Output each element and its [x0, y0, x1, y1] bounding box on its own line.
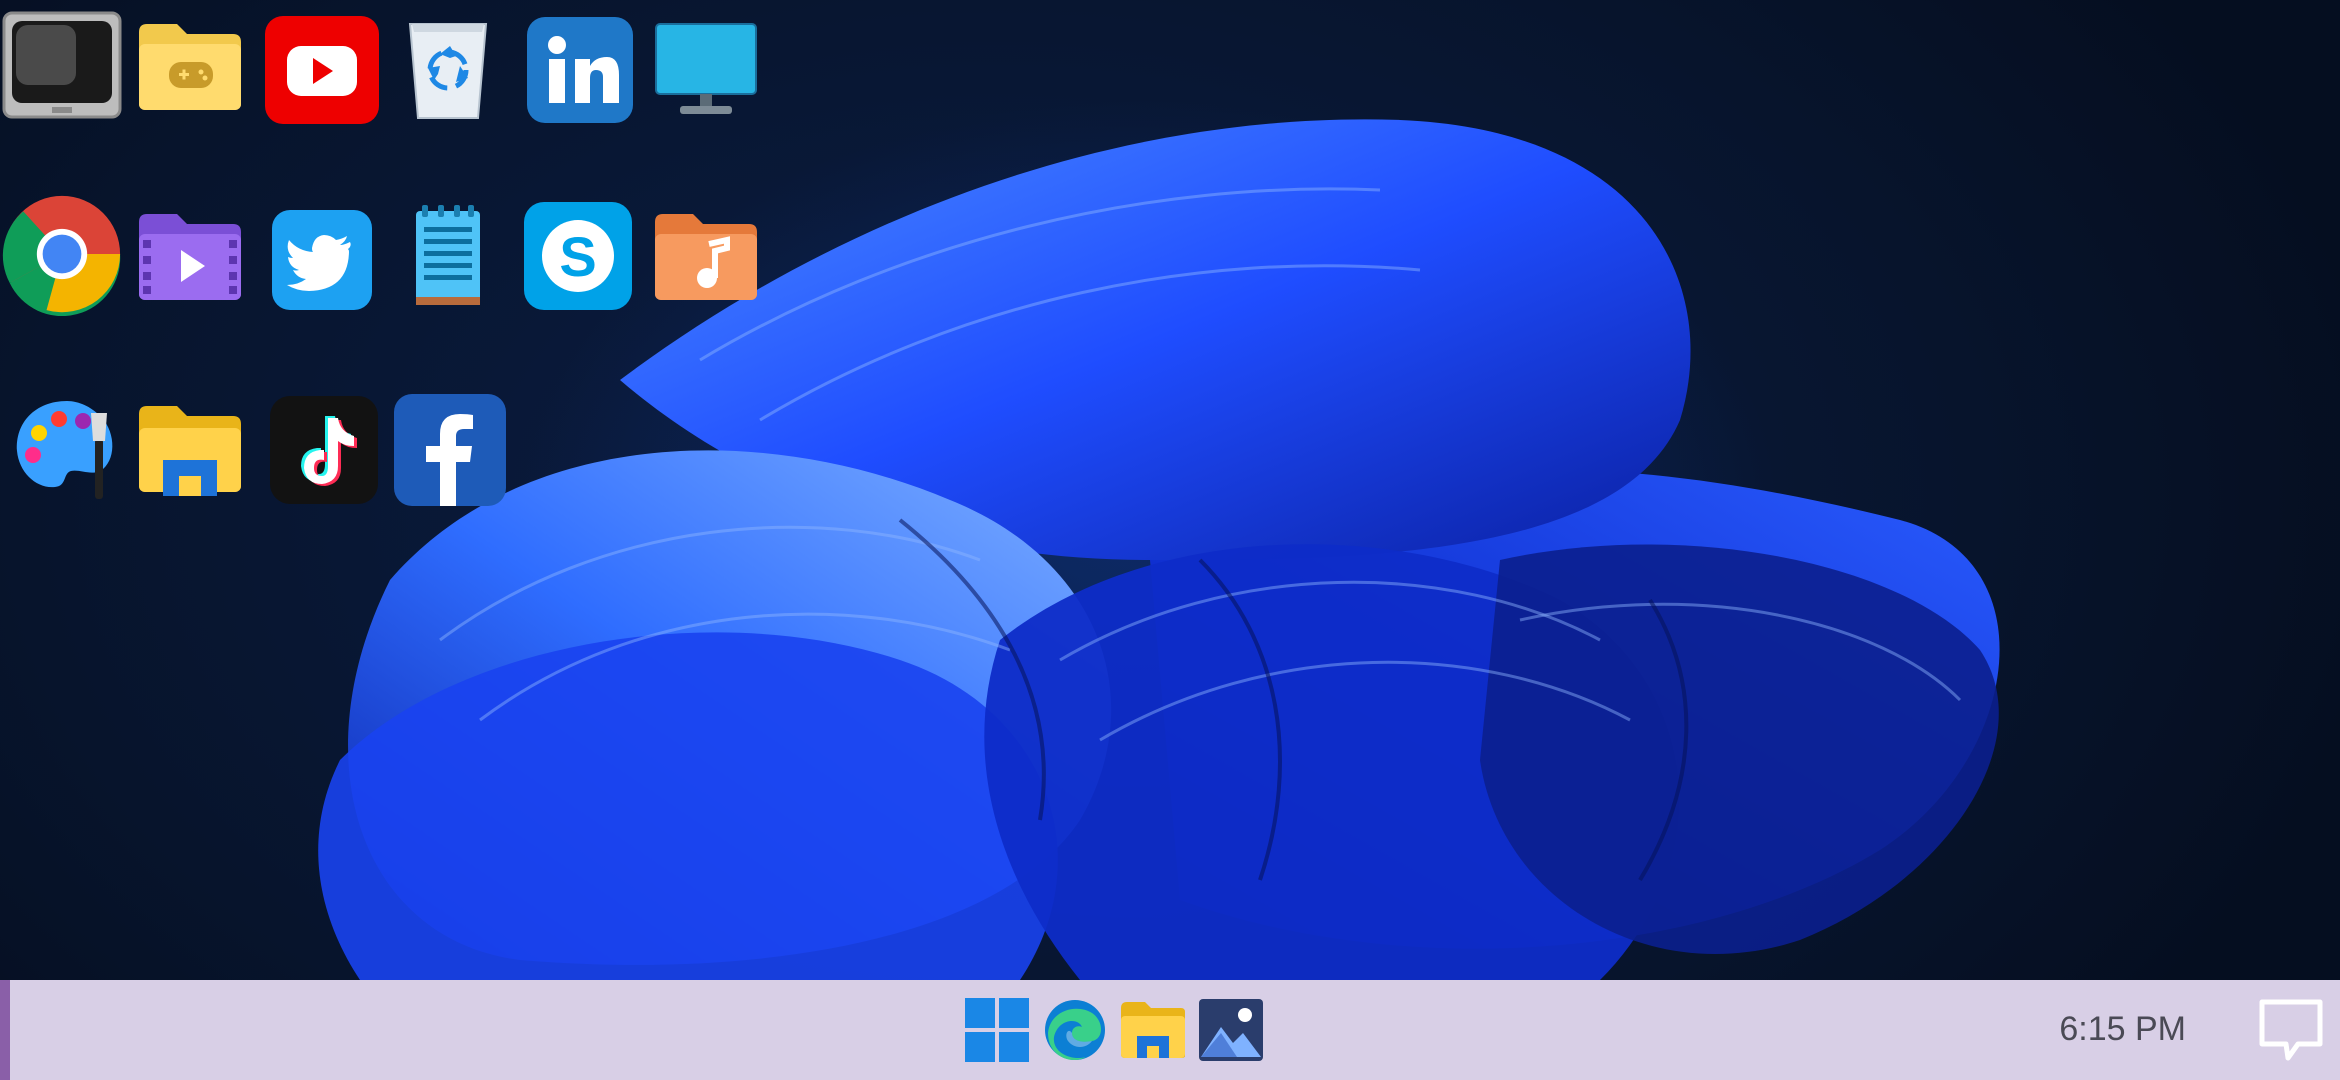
music-folder-icon[interactable]: [646, 196, 766, 316]
notification-icon[interactable]: [2256, 996, 2326, 1066]
facebook-icon[interactable]: [390, 390, 510, 510]
chrome-icon[interactable]: [2, 194, 122, 316]
youtube-icon[interactable]: [262, 10, 382, 130]
svg-text:S: S: [559, 225, 596, 288]
recycle-bin-icon[interactable]: [388, 6, 508, 126]
tiktok-icon[interactable]: [264, 390, 384, 510]
photos-icon[interactable]: [1197, 996, 1265, 1064]
linkedin-icon[interactable]: [520, 10, 640, 130]
paint-icon[interactable]: [6, 390, 126, 510]
games-folder-icon[interactable]: [130, 6, 250, 126]
taskbar-clock[interactable]: 6:15 PM: [2059, 1010, 2186, 1049]
desktop-icons: S: [0, 0, 780, 540]
tv-icon[interactable]: [2, 6, 122, 126]
twitter-icon[interactable]: [262, 200, 382, 320]
monitor-icon[interactable]: [646, 10, 766, 130]
file-explorer-icon[interactable]: [130, 390, 250, 510]
taskbar: 6:15 PM: [0, 980, 2340, 1080]
skype-icon[interactable]: S: [518, 196, 638, 316]
taskbar-apps: [963, 996, 1265, 1066]
windows-start-icon[interactable]: [963, 996, 1031, 1064]
edge-icon[interactable]: [1041, 996, 1109, 1064]
notepad-icon[interactable]: [388, 196, 508, 316]
videos-folder-icon[interactable]: [130, 196, 250, 316]
file-explorer-icon[interactable]: [1119, 996, 1187, 1064]
